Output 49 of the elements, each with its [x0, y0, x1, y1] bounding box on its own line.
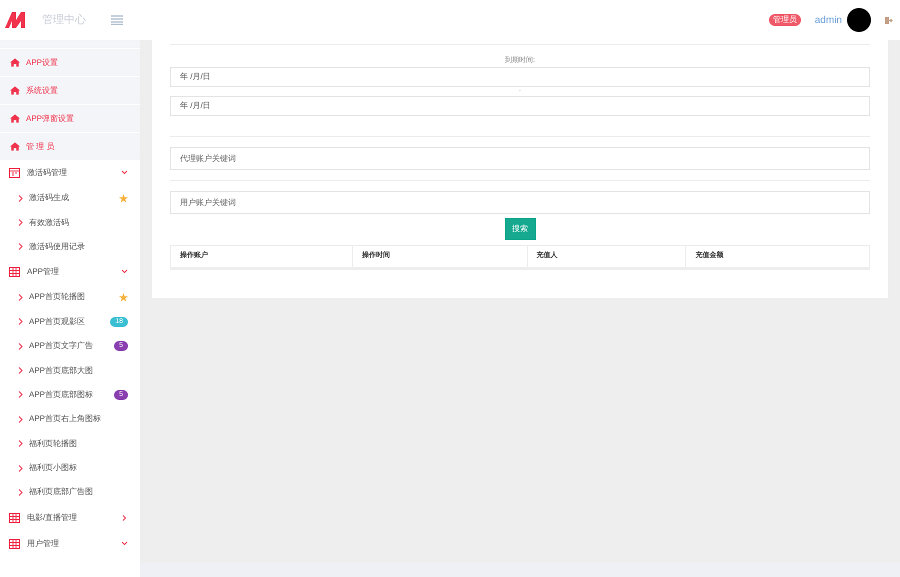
submenu-item[interactable]: 有效激活码	[0, 210, 140, 235]
sidebar-group[interactable]: 激活码管理	[0, 160, 140, 186]
table-icon	[9, 267, 20, 278]
table-icon	[9, 512, 20, 523]
logout-icon[interactable]	[885, 16, 893, 24]
chevron-icon	[18, 318, 23, 326]
chevron-icon	[18, 488, 23, 496]
sidebar-group[interactable]: APP管理	[0, 259, 140, 286]
menu-icon[interactable]	[111, 15, 123, 25]
chevron-icon	[18, 342, 23, 350]
submenu-item[interactable]: 福利页底部广告图	[0, 480, 140, 505]
chevron-icon	[18, 367, 23, 374]
avatar[interactable]	[847, 8, 871, 32]
submenu-item[interactable]: 福利页小图标	[0, 456, 140, 480]
chevron-icon	[18, 294, 23, 301]
calendar-icon	[9, 168, 20, 178]
chevron-icon	[121, 269, 128, 276]
chevron-icon	[18, 194, 23, 202]
chevron-icon	[18, 440, 23, 448]
home-icon	[10, 114, 20, 123]
sidebar-item[interactable]: APP设置	[0, 48, 140, 76]
home-icon	[10, 142, 20, 151]
chevron-icon	[18, 243, 23, 250]
role-badge: 管理员	[768, 14, 801, 26]
submenu-item[interactable]: APP首页底部大图	[0, 358, 140, 383]
submenu-item[interactable]: APP首页右上角图标	[0, 407, 140, 432]
submenu-item[interactable]: 激活码生成	[0, 186, 140, 210]
sidebar-group[interactable]: 电影/直播管理	[0, 504, 140, 531]
date-field[interactable]: 年 /月/日	[170, 96, 870, 116]
table-icon	[9, 538, 20, 549]
chevron-icon	[121, 170, 128, 176]
chevron-icon	[121, 514, 128, 521]
submenu-item[interactable]: 福利页轮播图	[0, 432, 140, 456]
chevron-icon	[121, 540, 128, 547]
chevron-icon	[18, 464, 23, 472]
chevron-icon	[18, 416, 23, 423]
submenu-item[interactable]: 激活码使用记录	[0, 234, 140, 260]
submenu-item[interactable]: APP首页轮播图	[0, 285, 140, 310]
chevron-icon	[18, 391, 23, 398]
user-keyword-field[interactable]: 用户账户关键词	[170, 190, 870, 214]
home-icon	[10, 58, 20, 67]
date-field[interactable]: 年 /月/日	[170, 66, 870, 86]
sidebar-item[interactable]: 管 理 员	[0, 132, 140, 160]
sidebar-item[interactable]: 系统设置	[0, 76, 140, 104]
sidebar-group[interactable]: 用户管理	[0, 530, 140, 557]
agent-keyword-field[interactable]: 代理账户关键词	[170, 146, 870, 170]
home-icon	[10, 86, 20, 95]
sidebar-item[interactable]: APP弹窗设置	[0, 104, 140, 132]
chevron-icon	[18, 219, 23, 226]
